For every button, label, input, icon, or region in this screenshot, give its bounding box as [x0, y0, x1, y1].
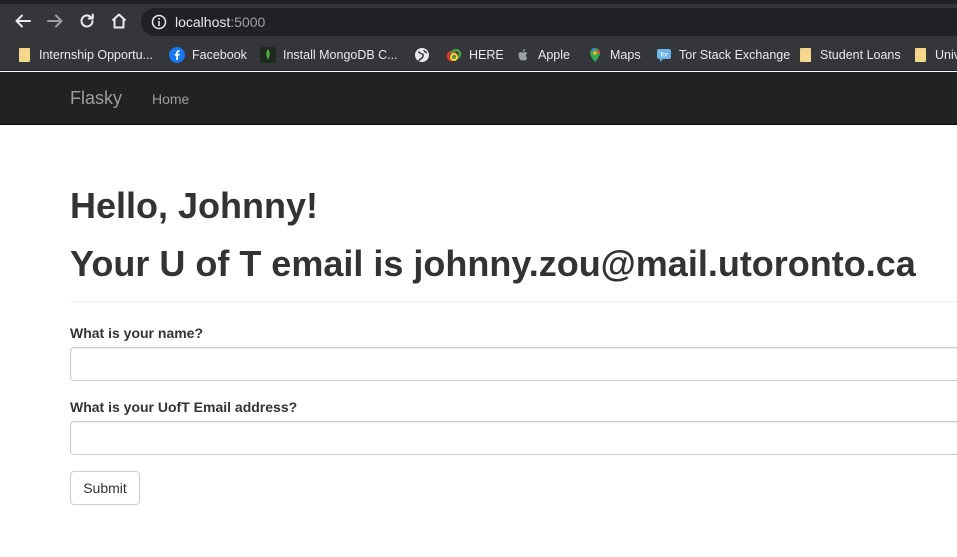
bookmark-globe[interactable] — [414, 45, 437, 65]
svg-text:Tor: Tor — [659, 52, 669, 59]
bookmark-label: Tor Stack Exchange — [679, 48, 791, 62]
here-icon — [446, 47, 462, 63]
globe-icon — [414, 47, 430, 63]
browser-toolbar: localhost:5000 — [0, 0, 957, 38]
bookmark-apple[interactable]: Apple — [515, 45, 570, 65]
greeting-heading: Hello, Johnny! — [70, 185, 319, 226]
bookmark-maps[interactable]: Maps — [587, 45, 641, 65]
forward-arrow-icon — [47, 14, 63, 28]
bookmark-label: Install MongoDB C... — [283, 48, 398, 62]
bookmark-label: Univ — [935, 48, 957, 62]
name-label: What is your name? — [70, 325, 204, 341]
bookmark-student-loans[interactable]: Student Loans — [797, 45, 901, 65]
bookmarks-bar: Internship Opportu... Facebook Install M… — [0, 38, 957, 71]
mongodb-leaf-icon — [260, 47, 276, 63]
bookmark-label: Internship Opportu... — [39, 48, 153, 62]
bookmark-here[interactable]: HERE — [446, 45, 504, 65]
tab-strip — [0, 0, 957, 4]
navbar-brand[interactable]: Flasky — [70, 88, 122, 109]
email-input[interactable] — [70, 421, 957, 455]
name-input[interactable] — [70, 347, 957, 381]
address-url: localhost:5000 — [175, 14, 265, 30]
forward-button[interactable] — [43, 9, 67, 33]
bookmark-label: Maps — [610, 48, 641, 62]
submit-button[interactable]: Submit — [70, 471, 140, 505]
app-navbar: Flasky Home — [0, 72, 957, 125]
url-host: localhost — [175, 14, 231, 30]
bookmark-tor-stackexchange[interactable]: Tor Tor Stack Exchange — [656, 45, 790, 65]
folder-icon — [912, 47, 928, 63]
back-arrow-icon — [15, 14, 31, 28]
folder-icon — [797, 47, 813, 63]
bookmark-mongodb[interactable]: Install MongoDB C... — [260, 45, 398, 65]
nav-link-home[interactable]: Home — [152, 91, 189, 107]
page-header-divider — [70, 301, 957, 302]
bookmark-facebook[interactable]: Facebook — [169, 45, 247, 65]
email-label: What is your UofT Email address? — [70, 399, 298, 415]
home-icon — [111, 13, 127, 29]
site-info-icon[interactable] — [151, 14, 167, 35]
bookmark-label: HERE — [469, 48, 504, 62]
facebook-icon — [169, 47, 185, 63]
apple-icon — [515, 47, 531, 63]
url-port: :5000 — [230, 14, 266, 30]
maps-pin-icon — [587, 47, 603, 63]
address-bar[interactable]: localhost:5000 — [141, 8, 957, 36]
bookmark-label: Student Loans — [820, 48, 901, 62]
back-button[interactable] — [11, 9, 35, 33]
bookmark-univ[interactable]: Univ — [912, 45, 957, 65]
bookmark-label: Facebook — [192, 48, 247, 62]
reload-icon — [80, 13, 94, 28]
home-button[interactable] — [107, 9, 131, 33]
email-heading: Your U of T email is johnny.zou@mail.uto… — [70, 243, 916, 284]
bookmark-internship[interactable]: Internship Opportu... — [16, 45, 153, 65]
bookmark-label: Apple — [538, 48, 570, 62]
reload-button[interactable] — [75, 9, 99, 33]
tor-stackexchange-icon: Tor — [656, 47, 672, 63]
folder-icon — [16, 47, 32, 63]
